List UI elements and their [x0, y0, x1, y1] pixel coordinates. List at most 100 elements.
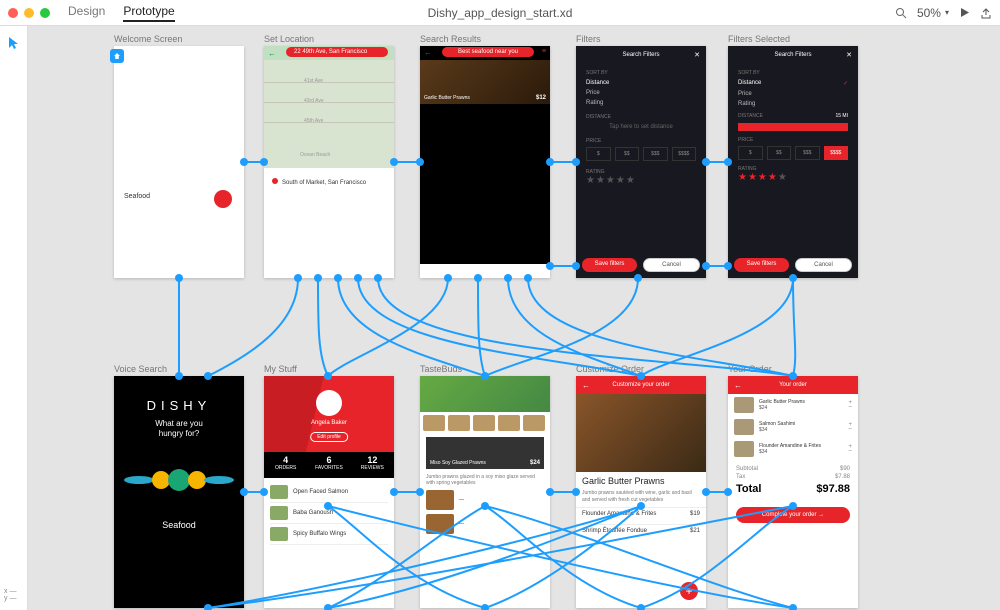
artboard-label[interactable]: Welcome Screen	[114, 34, 182, 44]
distance-slider[interactable]	[738, 123, 848, 131]
back-icon[interactable]: ←	[582, 381, 590, 390]
waveform-icon	[114, 470, 244, 490]
artboard-label[interactable]: TasteBuds	[420, 364, 462, 374]
search-icon[interactable]	[895, 7, 907, 19]
distance-hint[interactable]: Tap here to set distance	[586, 124, 696, 130]
price-tier[interactable]: $$	[767, 146, 792, 160]
featured-card[interactable]: Miso Soy Glazed Prawns $24	[426, 437, 544, 469]
rating-stars[interactable]: ★★★★★	[586, 175, 696, 186]
add-fab-button[interactable]: +	[680, 582, 698, 600]
sort-option[interactable]: Price	[586, 90, 696, 96]
result-card[interactable]: Garlic Butter Prawns $12	[420, 60, 550, 104]
list-item[interactable]: Spicy Buffalo Wings	[270, 524, 388, 545]
artboard-label[interactable]: My Stuff	[264, 364, 297, 374]
share-icon[interactable]	[980, 7, 992, 19]
stat-favorites[interactable]: 6FAVORITES	[307, 452, 350, 478]
dish-price: $24	[530, 460, 540, 466]
tab-item[interactable]	[518, 264, 551, 278]
item-price: $34	[759, 449, 843, 455]
artboard-label[interactable]: Set Location	[264, 34, 314, 44]
cancel-button[interactable]: Cancel	[795, 258, 852, 272]
stat-reviews[interactable]: 12REVIEWS	[351, 452, 394, 478]
search-pill[interactable]: Best seafood near you	[442, 47, 534, 57]
artboard-label[interactable]: Your Order	[728, 364, 772, 374]
item-price: $24	[759, 405, 843, 411]
sort-option[interactable]: Distance	[586, 80, 696, 86]
panel-title: Search Filters	[622, 52, 659, 58]
price-tier[interactable]: $$$	[643, 147, 668, 161]
search-fab-button[interactable]	[214, 190, 232, 208]
close-icon[interactable]: ✕	[694, 51, 700, 59]
artboard-voice[interactable]: DISHY What are you hungry for? Seafood	[114, 376, 244, 608]
dish-image	[576, 394, 706, 472]
save-filters-button[interactable]: Save filters	[734, 258, 789, 272]
artboard-label[interactable]: Voice Search	[114, 364, 167, 374]
list-item[interactable]: —	[420, 512, 550, 536]
artboard-results[interactable]: ← Best seafood near you ≡ Garlic Butter …	[420, 46, 550, 278]
price-tier[interactable]: $	[586, 147, 611, 161]
addon-row[interactable]: Flounder Amandine & Frites$19	[576, 507, 706, 520]
avatar[interactable]	[316, 390, 342, 416]
list-item[interactable]: Baba Ganoush	[270, 503, 388, 524]
artboard-label[interactable]: Search Results	[420, 34, 481, 44]
close-window-icon[interactable]	[8, 8, 18, 18]
back-icon[interactable]: ←	[734, 381, 742, 390]
tab-item[interactable]	[420, 264, 453, 278]
artboard-tastebuds[interactable]: Miso Soy Glazed Prawns $24 Jumbo prawns …	[420, 376, 550, 608]
tab-design[interactable]: Design	[68, 4, 105, 22]
prototype-canvas[interactable]: Welcome Screen Seafood Set Location ← 22…	[28, 26, 1000, 610]
address-pill[interactable]: 22 49th Ave, San Francisco	[286, 47, 388, 57]
artboard-label[interactable]: Customize Order	[576, 364, 644, 374]
artboard-label[interactable]: Filters	[576, 34, 601, 44]
home-node-icon[interactable]	[110, 49, 124, 63]
qty-stepper[interactable]: +–	[848, 423, 852, 431]
artboard-label[interactable]: Filters Selected	[728, 34, 790, 44]
stat-orders[interactable]: 4ORDERS	[264, 452, 307, 478]
artboard-order[interactable]: ←Your order Garlic Butter Prawns$24+– Sa…	[728, 376, 858, 608]
back-icon[interactable]: ←	[424, 48, 432, 57]
edit-profile-button[interactable]: Edit profile	[310, 432, 348, 442]
artboard-filters-selected[interactable]: Search Filters ✕ SORT BY Distance✓ Price…	[728, 46, 858, 278]
tab-item[interactable]	[453, 264, 486, 278]
price-tier[interactable]: $	[738, 146, 763, 160]
close-icon[interactable]: ✕	[846, 51, 852, 59]
back-icon[interactable]: ←	[268, 49, 276, 58]
thumbnail-strip[interactable]	[420, 412, 550, 434]
addon-row[interactable]: Shrimp Étouffée Fondue$21	[576, 524, 706, 537]
list-item[interactable]: —	[420, 488, 550, 512]
artboard-location[interactable]: ← 22 49th Ave, San Francisco 41st Ave 43…	[264, 46, 394, 278]
artboard-welcome[interactable]: Seafood	[114, 46, 244, 278]
tab-item[interactable]	[485, 264, 518, 278]
cursor-tool-icon[interactable]	[8, 42, 20, 53]
qty-stepper[interactable]: +–	[848, 401, 852, 409]
price-tier[interactable]: $$$$	[672, 147, 697, 161]
artboard-mystuff[interactable]: Angela Baker Edit profile 4ORDERS 6FAVOR…	[264, 376, 394, 608]
rating-stars[interactable]: ★★★★★	[738, 172, 848, 183]
sort-option[interactable]: Rating	[586, 100, 696, 106]
minimize-window-icon[interactable]	[24, 8, 34, 18]
distance-value: 15 mi	[835, 113, 848, 119]
sort-option[interactable]: Rating	[738, 101, 848, 107]
location-text: South of Market, San Francisco	[282, 180, 366, 186]
play-icon[interactable]	[959, 7, 970, 18]
price-tier[interactable]: $$	[615, 147, 640, 161]
price-tier[interactable]: $$$$	[824, 146, 849, 160]
voice-prompt: What are you hungry for?	[114, 419, 244, 440]
artboard-filters[interactable]: Search Filters ✕ SORT BY Distance Price …	[576, 46, 706, 278]
list-item[interactable]: Open Faced Salmon	[270, 482, 388, 503]
complete-order-button[interactable]: Complete your order →	[736, 507, 850, 523]
tab-prototype[interactable]: Prototype	[123, 4, 174, 22]
sort-option[interactable]: Distance✓	[738, 80, 848, 87]
chevron-down-icon: ▾	[945, 8, 949, 17]
maximize-window-icon[interactable]	[40, 8, 50, 18]
map-view[interactable]: 41st Ave 43rd Ave 45th Ave Ocean Beach	[264, 60, 394, 168]
price-tier[interactable]: $$$	[795, 146, 820, 160]
sort-option[interactable]: Price	[738, 91, 848, 97]
cancel-button[interactable]: Cancel	[643, 258, 700, 272]
artboard-customize[interactable]: ←Customize your order Garlic Butter Praw…	[576, 376, 706, 608]
zoom-level[interactable]: 50%▾	[917, 6, 949, 20]
qty-stepper[interactable]: +–	[848, 445, 852, 453]
filter-icon[interactable]: ≡	[542, 48, 546, 55]
location-sheet[interactable]: South of Market, San Francisco	[264, 168, 394, 278]
save-filters-button[interactable]: Save filters	[582, 258, 637, 272]
